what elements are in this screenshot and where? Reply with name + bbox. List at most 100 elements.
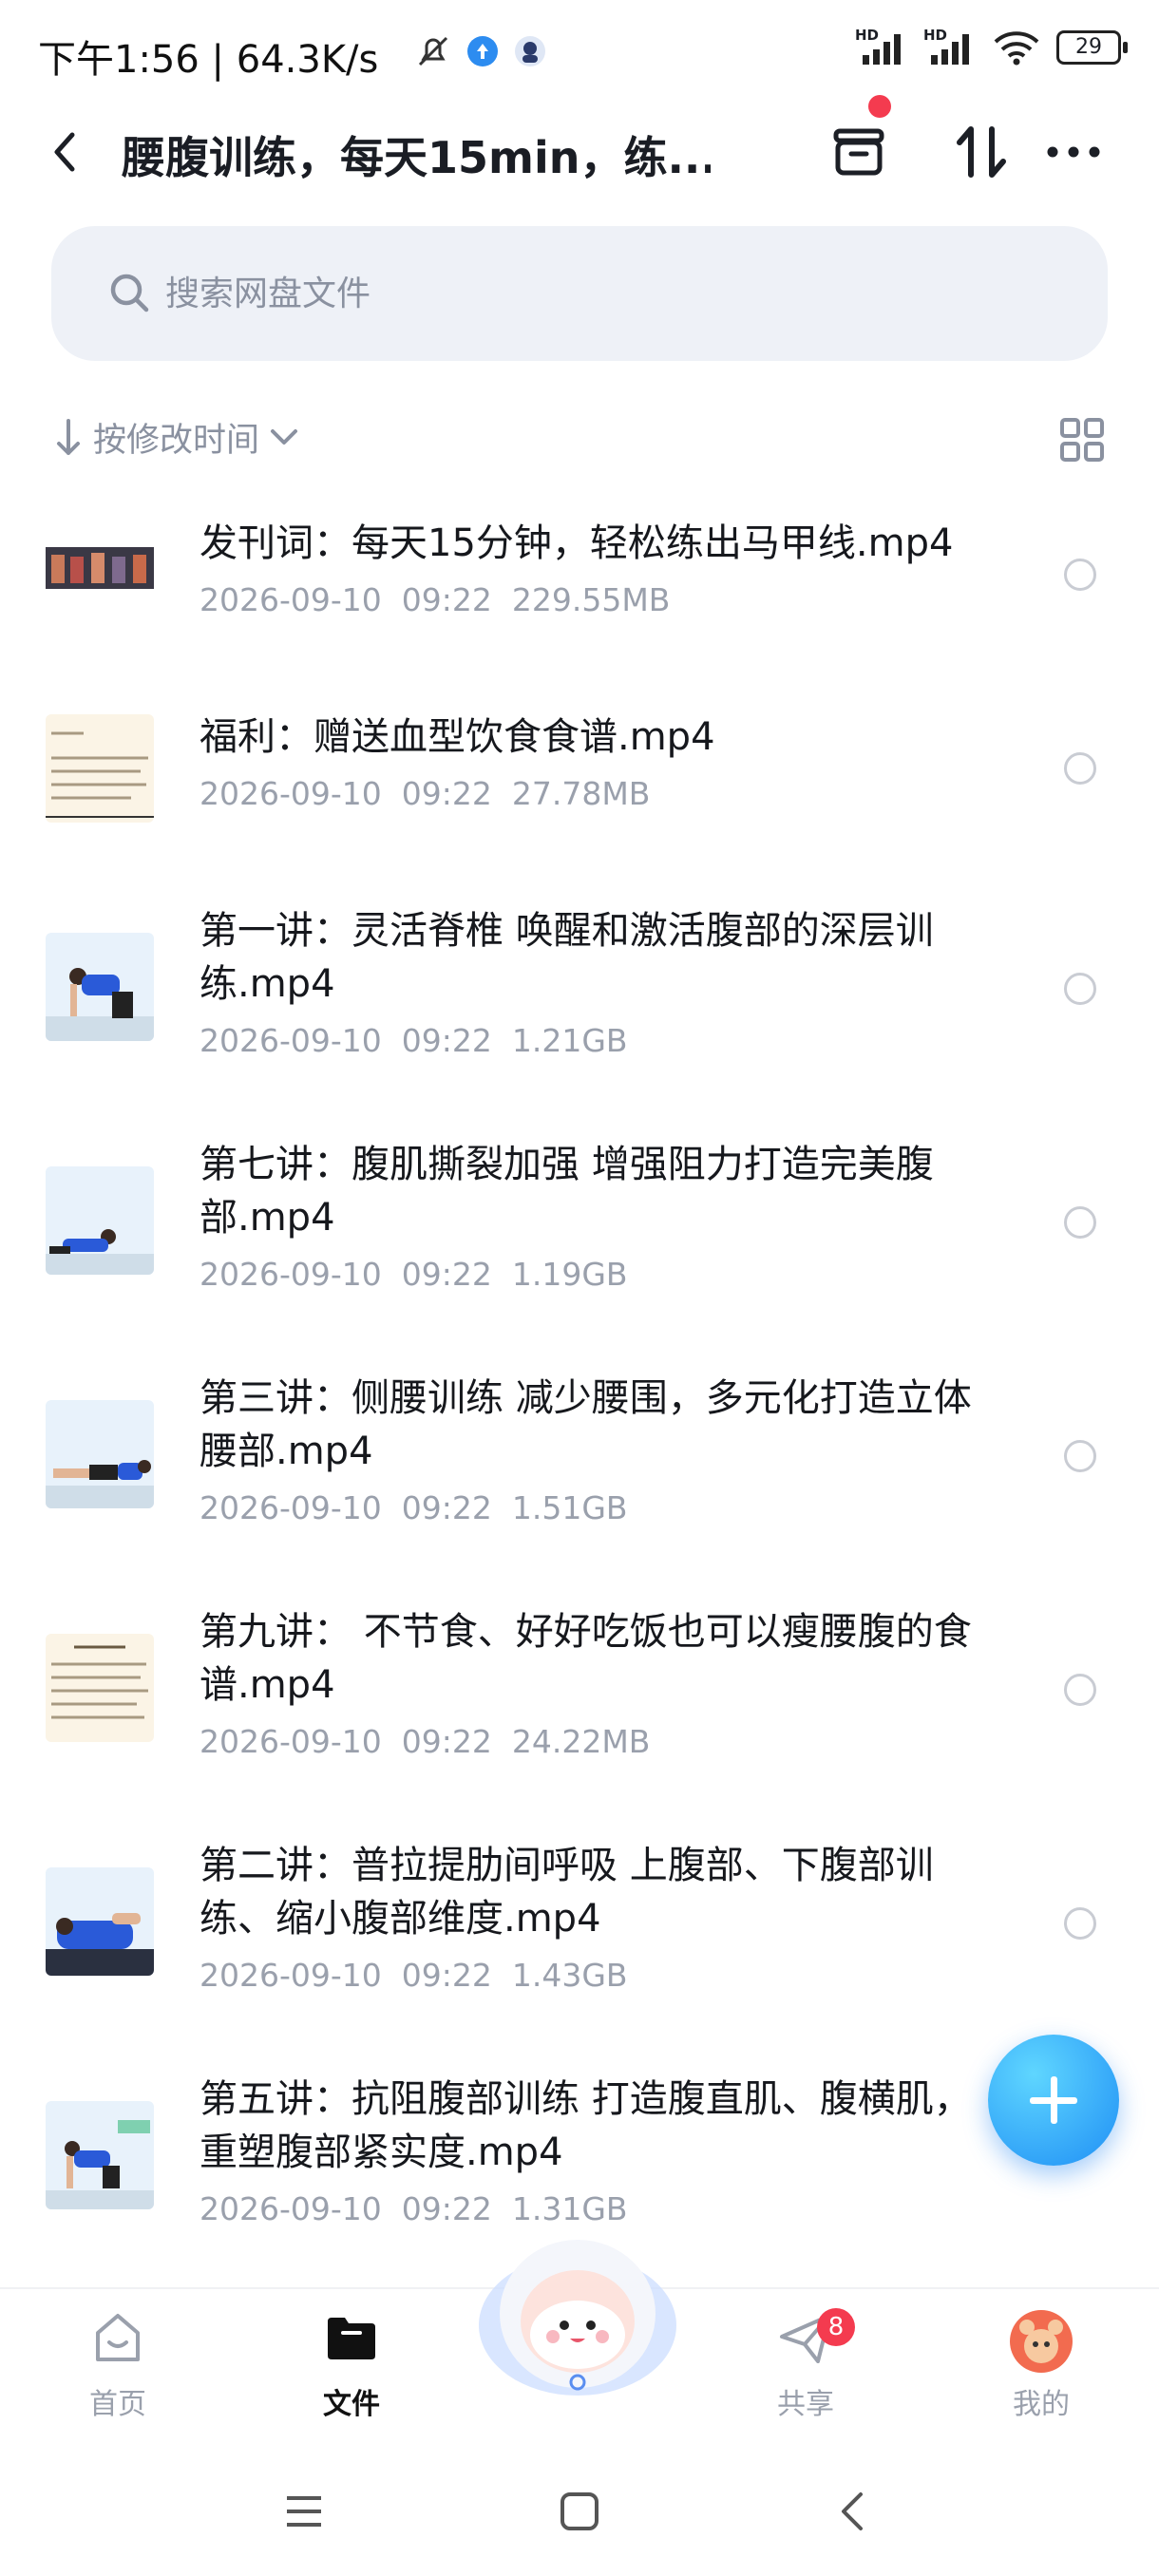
file-name: 发刊词：每天15分钟，轻松练出马甲线.mp4: [200, 521, 954, 565]
sort-selector[interactable]: 按修改时间: [51, 408, 303, 465]
file-time: 09:22: [401, 581, 492, 618]
file-size: 229.55MB: [511, 581, 671, 618]
square-icon[interactable]: [557, 2489, 602, 2534]
select-checkbox[interactable]: [1064, 752, 1096, 785]
folder-icon: [328, 2318, 375, 2359]
file-size: 27.78MB: [511, 775, 651, 812]
file-size: 1.21GB: [511, 1022, 628, 1059]
status-bar: 下午1:56 | 64.3K/s HD HD 29: [0, 0, 1159, 104]
net-speed-text: 64.3K/s: [236, 38, 379, 82]
video-thumbnail: [46, 1867, 154, 1976]
app-avatar-icon: [515, 36, 545, 66]
add-button[interactable]: [988, 2035, 1119, 2166]
select-checkbox[interactable]: [1064, 1674, 1096, 1706]
file-date: 2026-09-10: [200, 775, 382, 812]
signal-1-icon: HD: [855, 27, 908, 66]
video-thumbnail: [46, 2101, 154, 2209]
video-thumbnail: [46, 1166, 154, 1275]
file-time: 09:22: [401, 1723, 492, 1760]
share-badge: 8: [817, 2308, 855, 2346]
menu-icon[interactable]: [281, 2489, 327, 2534]
video-thumbnail: [46, 933, 154, 1041]
file-date: 2026-09-10: [200, 1489, 382, 1526]
file-time: 09:22: [401, 1022, 492, 1059]
file-name: 第五讲：抗阻腹部训练 打造腹直肌、腹横肌，重塑腹部紧实度.mp4: [200, 2077, 972, 2174]
file-size: 1.51GB: [511, 1489, 628, 1526]
nav-share[interactable]: 8 共享: [730, 2308, 882, 2422]
file-meta: 2026-09-10 09:22 1.51GB: [200, 1489, 628, 1526]
wifi-icon: [994, 31, 1039, 66]
file-time: 09:22: [401, 775, 492, 812]
more-dots-icon[interactable]: [1039, 118, 1108, 186]
file-time: 09:22: [401, 1489, 492, 1526]
nav-home[interactable]: 首页: [42, 2308, 194, 2422]
battery-level: 29: [1075, 35, 1102, 59]
nav-share-label: 共享: [777, 2388, 834, 2421]
clock-text: 下午1:56: [38, 38, 200, 82]
chevron-left-icon[interactable]: [42, 125, 89, 179]
notification-dot: [868, 95, 891, 118]
sort-label: 按修改时间: [93, 421, 260, 460]
select-checkbox[interactable]: [1064, 1440, 1096, 1472]
folder-title: 腰腹训练，每天15min，练...: [122, 132, 711, 183]
nav-files-label: 文件: [323, 2388, 380, 2421]
file-name: 第七讲：腹肌撕裂加强 增强阻力打造完美腹部.mp4: [200, 1143, 934, 1240]
box-icon[interactable]: [825, 118, 893, 186]
file-meta: 2026-09-10 09:22 229.55MB: [200, 581, 670, 618]
file-name: 第三讲：侧腰训练 减少腰围，多元化打造立体腰部.mp4: [200, 1376, 972, 1473]
system-navigation-bar: [0, 2445, 1159, 2576]
system-status-icons: HD HD 29: [855, 27, 1128, 66]
signal-2-label: HD: [923, 27, 948, 44]
nav-files[interactable]: 文件: [276, 2308, 428, 2422]
file-date: 2026-09-10: [200, 581, 382, 618]
video-thumbnail: [46, 1634, 154, 1742]
mascot-assistant-icon[interactable]: [473, 2223, 682, 2413]
file-date: 2026-09-10: [200, 1256, 382, 1293]
nav-home-label: 首页: [89, 2388, 146, 2421]
select-checkbox[interactable]: [1064, 1206, 1096, 1239]
search-icon: [110, 274, 149, 313]
file-name: 第九讲： 不节食、好好吃饭也可以瘦腰腹的食谱.mp4: [200, 1610, 972, 1707]
status-separator: |: [211, 38, 225, 82]
home-icon: [96, 2314, 140, 2361]
select-checkbox[interactable]: [1064, 1907, 1096, 1940]
signal-1-label: HD: [855, 27, 880, 44]
top-app-bar: 腰腹训练，每天15min，练...: [0, 104, 1159, 199]
file-size: 1.43GB: [511, 1957, 628, 1994]
notification-icons: [414, 32, 547, 70]
file-name: 福利：赠送血型饮食食谱.mp4: [200, 715, 715, 759]
file-size: 24.22MB: [511, 1723, 651, 1760]
file-date: 2026-09-10: [200, 2190, 382, 2227]
select-checkbox[interactable]: [1064, 559, 1096, 591]
file-date: 2026-09-10: [200, 1022, 382, 1059]
upload-app-icon: [467, 36, 498, 66]
file-name: 第一讲：灵活脊椎 唤醒和激活腹部的深层训练.mp4: [200, 909, 934, 1006]
file-name: 第二讲：普拉提肋间呼吸 上腹部、下腹部训练、缩小腹部维度.mp4: [200, 1844, 934, 1941]
file-time: 09:22: [401, 1256, 492, 1293]
signal-2-icon: HD: [923, 27, 977, 66]
video-thumbnail: [46, 714, 154, 823]
file-size: 1.19GB: [511, 1256, 628, 1293]
nav-profile-label: 我的: [1013, 2388, 1070, 2421]
grid-view-icon[interactable]: [1058, 416, 1106, 464]
video-thumbnail: [46, 1400, 154, 1508]
nav-profile[interactable]: 我的: [965, 2308, 1117, 2422]
up-down-arrows-icon[interactable]: [948, 118, 1016, 186]
file-meta: 2026-09-10 09:22 1.43GB: [200, 1957, 628, 1994]
mute-bell-icon: [418, 36, 448, 66]
status-time: 下午1:56 | 64.3K/s: [38, 28, 378, 84]
arrow-down-icon: [57, 419, 80, 455]
file-meta: 2026-09-10 09:22 27.78MB: [200, 775, 650, 812]
battery-icon: 29: [1056, 30, 1128, 65]
search-bar[interactable]: [51, 226, 1108, 361]
video-thumbnail: [46, 530, 154, 638]
file-meta: 2026-09-10 09:22 1.21GB: [200, 1022, 628, 1059]
search-input[interactable]: [163, 262, 927, 325]
file-meta: 2026-09-10 09:22 1.19GB: [200, 1256, 628, 1293]
file-time: 09:22: [401, 1957, 492, 1994]
file-meta: 2026-09-10 09:22 24.22MB: [200, 1723, 650, 1760]
chevron-down-icon: [271, 429, 298, 445]
select-checkbox[interactable]: [1064, 973, 1096, 1005]
file-date: 2026-09-10: [200, 1957, 382, 1994]
back-icon[interactable]: [830, 2489, 876, 2534]
